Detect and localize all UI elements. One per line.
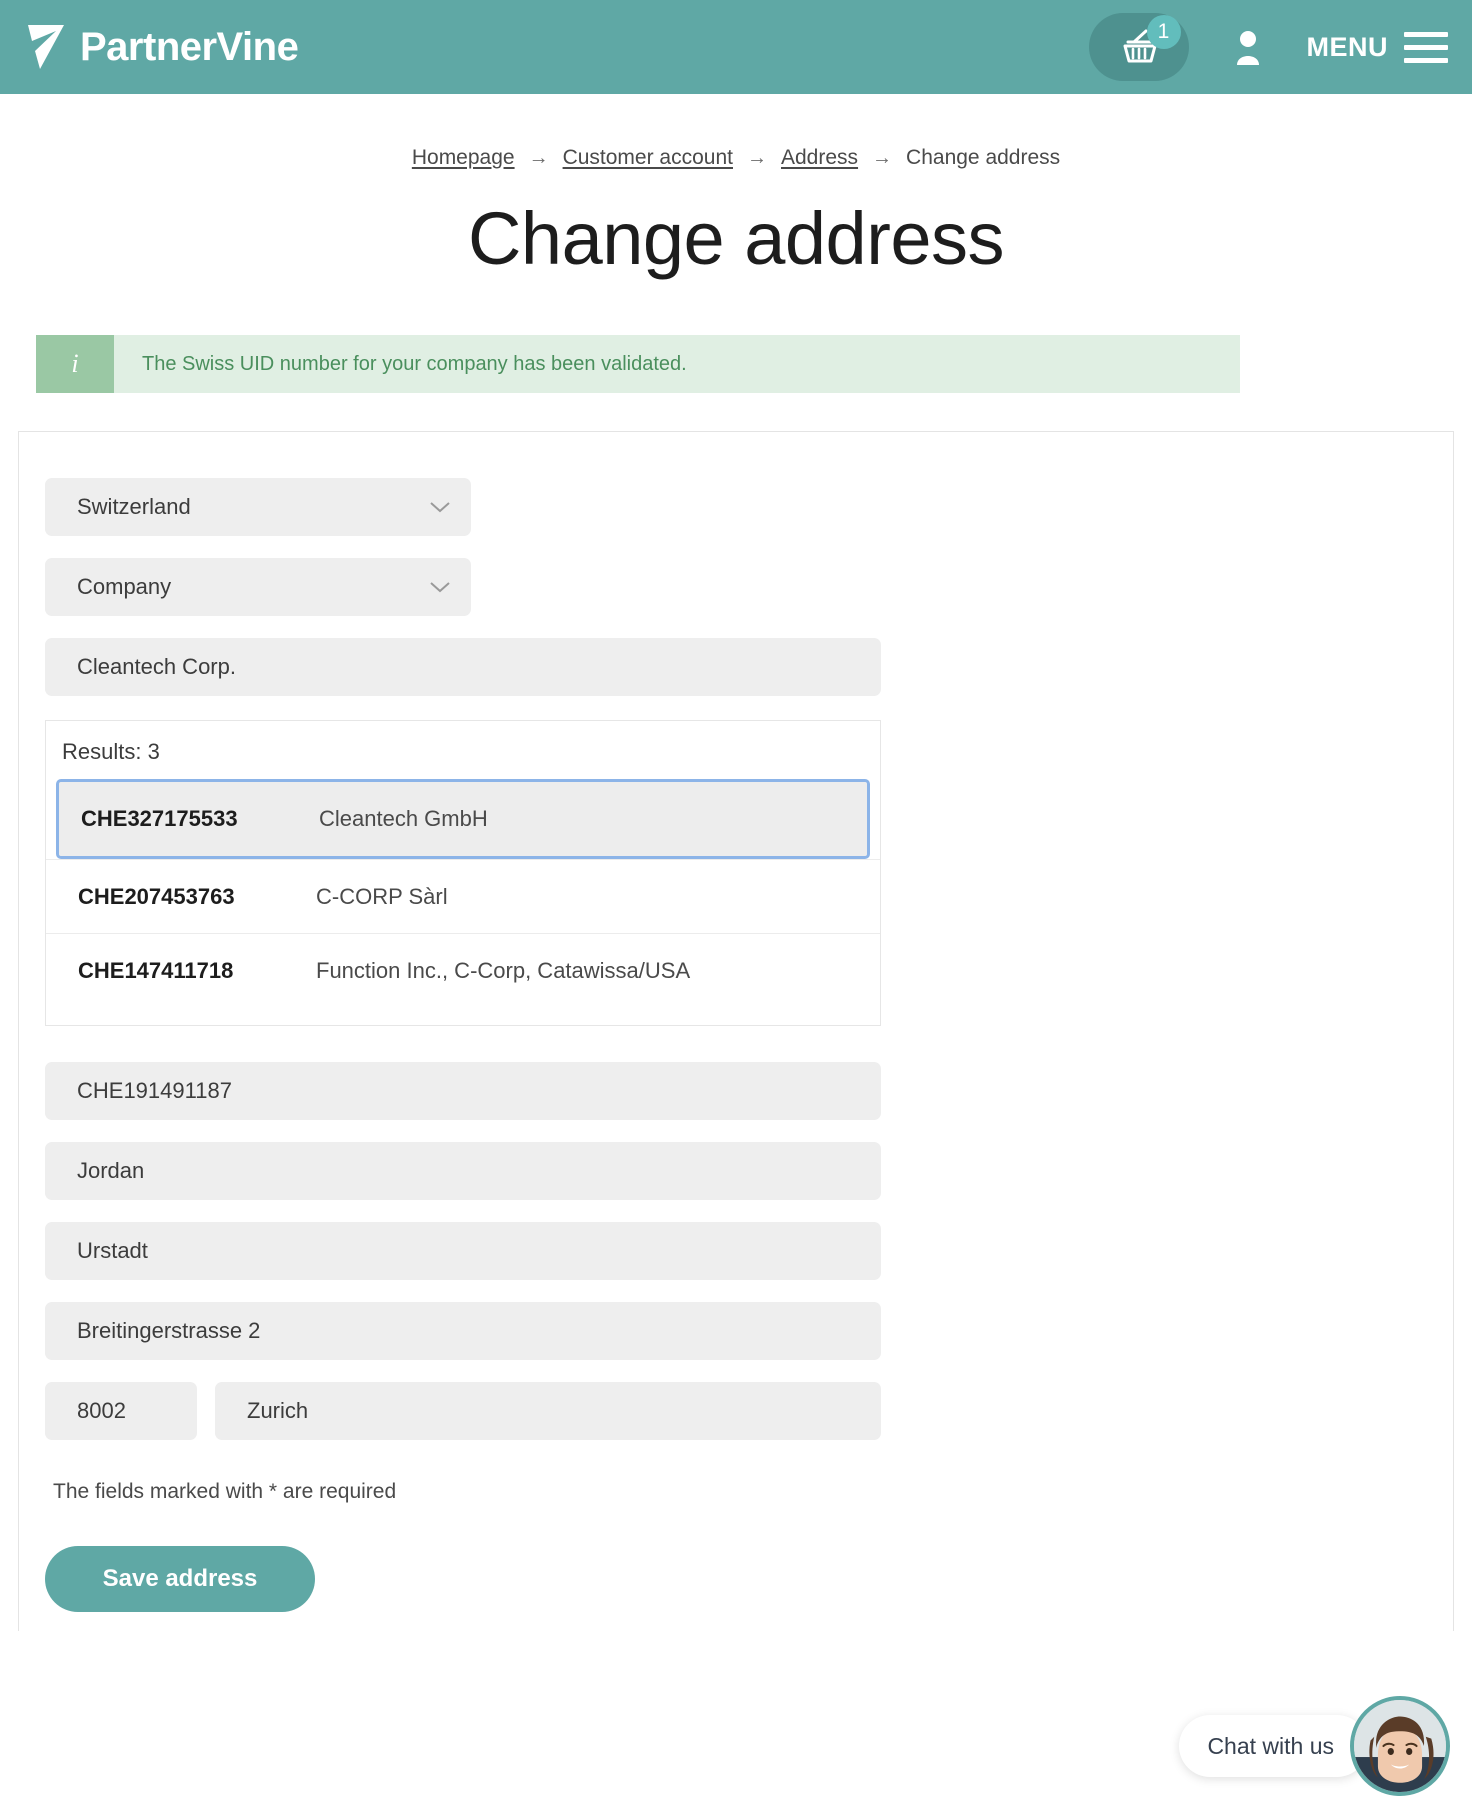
cart-badge-count: 1 bbox=[1146, 15, 1181, 49]
header-actions: 1 MENU bbox=[1088, 13, 1448, 81]
street-input[interactable]: Breitingerstrasse 2 bbox=[45, 1302, 881, 1360]
result-company-name: C-CORP Sàrl bbox=[316, 883, 448, 909]
breadcrumb-separator-icon: → bbox=[747, 146, 767, 169]
result-company-name: Cleantech GmbH bbox=[319, 806, 488, 831]
address-type-select[interactable]: Company bbox=[45, 558, 471, 616]
chevron-down-icon bbox=[430, 582, 450, 593]
results-count-label: Results: 3 bbox=[62, 739, 160, 764]
country-select-value: Switzerland bbox=[77, 494, 191, 519]
user-account-icon[interactable] bbox=[1233, 29, 1263, 65]
validation-alert-message: The Swiss UID number for your company ha… bbox=[142, 352, 687, 375]
result-uid: CHE327175533 bbox=[81, 806, 238, 831]
agent-photo-icon bbox=[1354, 1700, 1446, 1792]
brand-logo[interactable]: PartnerVine bbox=[26, 23, 299, 71]
result-uid: CHE207453763 bbox=[78, 883, 235, 909]
hamburger-icon bbox=[1404, 31, 1448, 63]
result-row[interactable]: CHE207453763 C-CORP Sàrl bbox=[46, 859, 880, 933]
zip-input[interactable]: 8002 bbox=[45, 1382, 197, 1440]
zip-value: 8002 bbox=[77, 1398, 126, 1423]
company-name-input[interactable]: Cleantech Corp. bbox=[45, 638, 881, 696]
page-title: Change address bbox=[467, 197, 1005, 280]
first-name-value: Jordan bbox=[77, 1158, 145, 1183]
validation-alert: i The Swiss UID number for your company … bbox=[36, 335, 1240, 393]
menu-toggle-button[interactable]: MENU bbox=[1306, 31, 1448, 63]
breadcrumb-separator-icon: → bbox=[528, 146, 549, 169]
required-fields-note: The fields marked with * are required bbox=[53, 1480, 397, 1503]
uid-search-results: Results: 3 CHE327175533 Cleantech GmbH C… bbox=[45, 720, 881, 1026]
city-input[interactable]: Zurich bbox=[215, 1382, 881, 1440]
company-name-value: Cleantech Corp. bbox=[77, 654, 236, 679]
breadcrumb-item-change-address: Change address bbox=[906, 146, 1061, 169]
address-type-select-value: Company bbox=[77, 574, 172, 599]
breadcrumb: Homepage → Customer account → Address → … bbox=[0, 94, 1472, 170]
breadcrumb-item-homepage[interactable]: Homepage bbox=[412, 146, 515, 170]
breadcrumb-item-customer-account[interactable]: Customer account bbox=[563, 146, 733, 170]
uid-number-value: CHE191491187 bbox=[77, 1078, 232, 1103]
uid-number-input[interactable]: CHE191491187 bbox=[45, 1062, 881, 1120]
cart-button[interactable]: 1 bbox=[1088, 13, 1189, 81]
result-row[interactable]: CHE327175533 Cleantech GmbH bbox=[56, 779, 870, 859]
chat-agent-avatar[interactable] bbox=[1350, 1696, 1450, 1796]
country-select[interactable]: Switzerland bbox=[45, 478, 471, 536]
breadcrumb-separator-icon: → bbox=[872, 146, 893, 169]
chevron-down-icon bbox=[430, 502, 450, 513]
zip-city-row: 8002 Zurich bbox=[45, 1382, 1427, 1440]
brand-name: PartnerVine bbox=[80, 25, 299, 69]
result-uid: CHE147411718 bbox=[78, 957, 234, 983]
partnervine-leaf-icon bbox=[28, 25, 64, 69]
result-row[interactable]: CHE147411718 Function Inc., C-Corp, Cata… bbox=[46, 933, 880, 1007]
chat-with-us-button[interactable]: Chat with us bbox=[1179, 1715, 1368, 1777]
menu-label: MENU bbox=[1306, 31, 1388, 62]
info-icon: i bbox=[36, 335, 114, 393]
first-name-input[interactable]: Jordan bbox=[45, 1142, 881, 1200]
breadcrumb-item-address[interactable]: Address bbox=[781, 146, 858, 170]
street-value: Breitingerstrasse 2 bbox=[77, 1318, 261, 1343]
address-form: Switzerland Company Cleantech Corp. Resu… bbox=[18, 431, 1454, 1631]
save-address-button[interactable]: Save address bbox=[45, 1546, 315, 1612]
last-name-value: Urstadt bbox=[77, 1238, 148, 1263]
chat-widget: Chat with us bbox=[1179, 1696, 1450, 1796]
result-company-name: Function Inc., C-Corp, Catawissa/USA bbox=[316, 957, 691, 983]
city-value: Zurich bbox=[247, 1398, 309, 1423]
last-name-input[interactable]: Urstadt bbox=[45, 1222, 881, 1280]
site-header: PartnerVine 1 MENU bbox=[0, 0, 1472, 94]
page-content: Homepage → Customer account → Address → … bbox=[0, 94, 1472, 1631]
